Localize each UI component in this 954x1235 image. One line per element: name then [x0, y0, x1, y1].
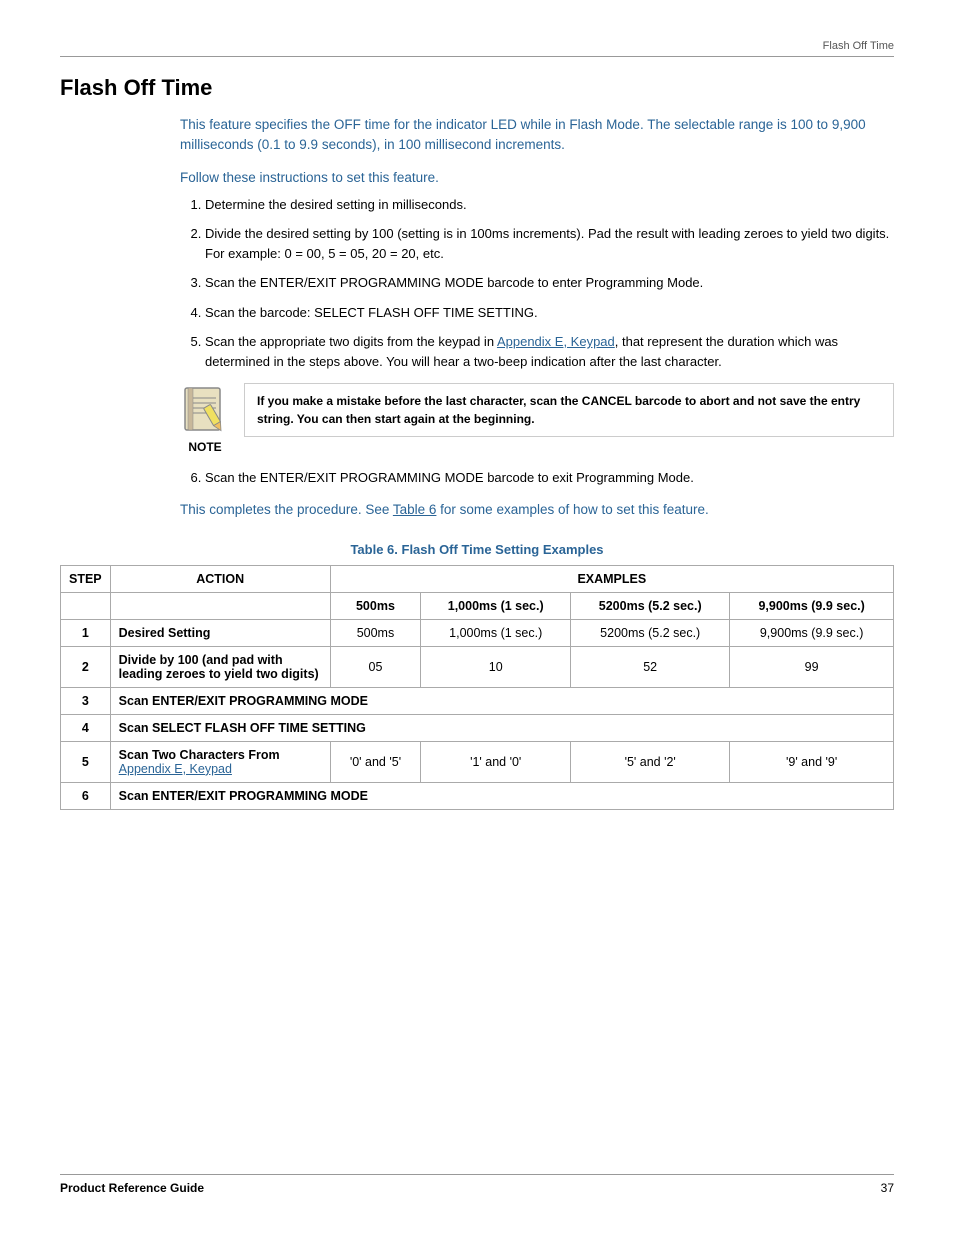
step-4: Scan the barcode: SELECT FLASH OFF TIME …	[205, 303, 894, 323]
step-3: Scan the ENTER/EXIT PROGRAMMING MODE bar…	[205, 273, 894, 293]
table6-link[interactable]: Table 6	[393, 502, 437, 517]
note-wrapper: NOTE If you make a mistake before the la…	[180, 383, 894, 454]
row2-val1: 05	[330, 646, 421, 687]
row1-val3: 5200ms (5.2 sec.)	[571, 619, 730, 646]
row5-val3: '5' and '2'	[571, 741, 730, 782]
table-row: 2 Divide by 100 (and pad with leading ze…	[61, 646, 894, 687]
row1-val1: 500ms	[330, 619, 421, 646]
footer-left: Product Reference Guide	[60, 1181, 204, 1195]
follow-text: Follow these instructions to set this fe…	[180, 170, 894, 185]
table-header-row: STEP ACTION EXAMPLES	[61, 565, 894, 592]
step-2: Divide the desired setting by 100 (setti…	[205, 224, 894, 263]
col-sub-empty2	[110, 592, 330, 619]
row2-val3: 52	[571, 646, 730, 687]
col-sub-9900ms: 9,900ms (9.9 sec.)	[730, 592, 894, 619]
page: Flash Off Time Flash Off Time This featu…	[0, 0, 954, 1235]
note-bold-text: If you make a mistake before the last ch…	[257, 394, 860, 426]
footer: Product Reference Guide 37	[60, 1174, 894, 1195]
main-table: STEP ACTION EXAMPLES 500ms 1,000ms (1 se…	[60, 565, 894, 810]
table-row: 6 Scan ENTER/EXIT PROGRAMMING MODE	[61, 782, 894, 809]
col-sub-1000ms: 1,000ms (1 sec.)	[421, 592, 571, 619]
step-1: Determine the desired setting in millise…	[205, 195, 894, 215]
completes-text: This completes the procedure. See Table …	[180, 500, 894, 520]
table-row: 5 Scan Two Characters From Appendix E, K…	[61, 741, 894, 782]
row6-action: Scan ENTER/EXIT PROGRAMMING MODE	[110, 782, 893, 809]
note-inner: NOTE If you make a mistake before the la…	[180, 383, 894, 454]
row5-val1: '0' and '5'	[330, 741, 421, 782]
row4-step: 4	[61, 714, 111, 741]
row1-val4: 9,900ms (9.9 sec.)	[730, 619, 894, 646]
note-icon	[180, 383, 230, 438]
step-6: Scan the ENTER/EXIT PROGRAMMING MODE bar…	[205, 468, 894, 488]
table-title: Table 6. Flash Off Time Setting Examples	[60, 542, 894, 557]
note-label: NOTE	[188, 440, 221, 454]
row1-val2: 1,000ms (1 sec.)	[421, 619, 571, 646]
table-row: 1 Desired Setting 500ms 1,000ms (1 sec.)…	[61, 619, 894, 646]
row4-action: Scan SELECT FLASH OFF TIME SETTING	[110, 714, 893, 741]
appendix-link[interactable]: Appendix E, Keypad	[497, 334, 615, 349]
table-row: 4 Scan SELECT FLASH OFF TIME SETTING	[61, 714, 894, 741]
col-sub-empty1	[61, 592, 111, 619]
row5-step: 5	[61, 741, 111, 782]
row5-appendix-link[interactable]: Appendix E, Keypad	[119, 762, 232, 776]
col-header-step: STEP	[61, 565, 111, 592]
step-5: Scan the appropriate two digits from the…	[205, 332, 894, 371]
row3-action: Scan ENTER/EXIT PROGRAMMING MODE	[110, 687, 893, 714]
row5-val2: '1' and '0'	[421, 741, 571, 782]
intro-text: This feature specifies the OFF time for …	[180, 115, 894, 156]
table-row: 3 Scan ENTER/EXIT PROGRAMMING MODE	[61, 687, 894, 714]
row5-val4: '9' and '9'	[730, 741, 894, 782]
row5-action: Scan Two Characters From Appendix E, Key…	[110, 741, 330, 782]
note-icon-area: NOTE	[180, 383, 230, 454]
header-text: Flash Off Time	[823, 40, 894, 52]
row2-action: Divide by 100 (and pad with leading zero…	[110, 646, 330, 687]
col-header-action: ACTION	[110, 565, 330, 592]
row1-step: 1	[61, 619, 111, 646]
row3-step: 3	[61, 687, 111, 714]
page-header: Flash Off Time	[60, 40, 894, 57]
col-sub-500ms: 500ms	[330, 592, 421, 619]
note-content: If you make a mistake before the last ch…	[244, 383, 894, 437]
row2-val2: 10	[421, 646, 571, 687]
row5-action-line1: Scan Two Characters From	[119, 748, 280, 762]
row2-val4: 99	[730, 646, 894, 687]
col-header-examples: EXAMPLES	[330, 565, 893, 592]
row6-step: 6	[61, 782, 111, 809]
table-example-cols-row: 500ms 1,000ms (1 sec.) 5200ms (5.2 sec.)…	[61, 592, 894, 619]
row1-action: Desired Setting	[110, 619, 330, 646]
footer-right: 37	[881, 1181, 894, 1195]
col-sub-5200ms: 5200ms (5.2 sec.)	[571, 592, 730, 619]
section-title: Flash Off Time	[60, 75, 894, 101]
row2-step: 2	[61, 646, 111, 687]
steps-list-2: Scan the ENTER/EXIT PROGRAMMING MODE bar…	[205, 468, 894, 488]
steps-list: Determine the desired setting in millise…	[205, 195, 894, 372]
